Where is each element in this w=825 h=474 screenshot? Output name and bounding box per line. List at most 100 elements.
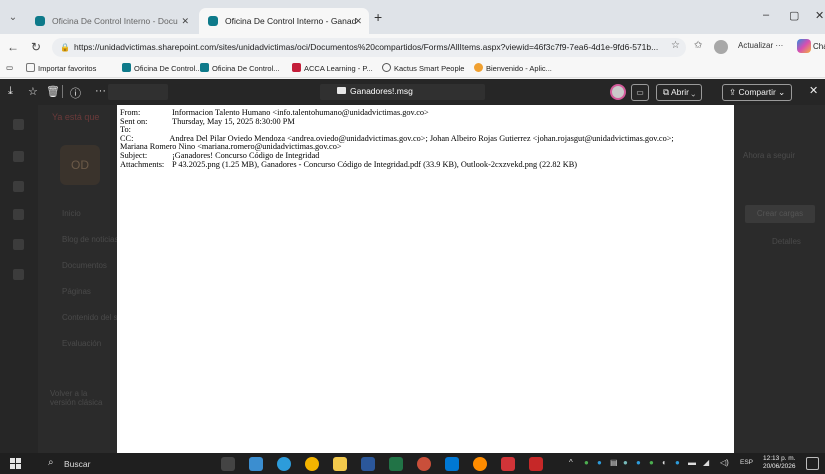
file-explorer-icon[interactable] (333, 457, 347, 471)
tab-actions-chevron-icon[interactable]: ⌄ (4, 10, 22, 26)
sharepoint-icon (122, 63, 131, 72)
profile-avatar[interactable] (714, 40, 728, 54)
download-icon[interactable]: ⤓ (8, 85, 13, 98)
warning-banner: Ya está que (52, 112, 100, 122)
open-button[interactable]: ⧉ Abrir ⌄ (656, 84, 703, 101)
attachments-row: Attachments: P 43.2025.png (1.25 MB), Ga… (120, 159, 731, 170)
url-input[interactable]: 🔒 https://unidadvictimas.sharepoint.com/… (52, 38, 686, 57)
close-tab-icon[interactable]: ✕ (181, 8, 189, 34)
update-button[interactable]: Actualizar ··· (738, 41, 783, 50)
taskbar-search[interactable]: ⌕ Buscar (40, 455, 200, 472)
new-tab-icon[interactable]: + (374, 9, 382, 25)
mail-icon (337, 87, 346, 94)
acrobat-icon[interactable] (529, 457, 543, 471)
file-viewer-toolbar: ⤓ ☆ 🗑 ⓘ ··· Ganadores!.msg ▭ ⧉ Abrir ⌄ ⇪… (0, 79, 825, 105)
file-icon (13, 209, 24, 220)
acca-icon (292, 63, 301, 72)
tab-oficina-docu[interactable]: Oficina De Control Interno - Docu ✕ (26, 8, 196, 34)
nav-item: Documentos (62, 261, 107, 270)
wifi-icon[interactable]: ◢ (703, 458, 709, 467)
delete-icon[interactable]: 🗑 (46, 85, 60, 98)
tray-app-icon[interactable]: ◐ (662, 458, 667, 467)
tray-app-icon[interactable]: ● (597, 458, 602, 467)
language-indicator[interactable]: ESP (740, 459, 753, 466)
lock-icon: 🔒 (60, 43, 70, 52)
maximize-icon[interactable]: ▢ (789, 9, 799, 22)
edge-icon[interactable] (277, 457, 291, 471)
favorite-bienvenido[interactable]: Bienvenido - Aplic... (474, 63, 552, 73)
word-icon[interactable] (361, 457, 375, 471)
back-arrow-icon[interactable]: ← (7, 40, 19, 54)
news-icon (13, 181, 24, 192)
comment-icon[interactable]: ▭ (631, 84, 649, 101)
favorite-import[interactable]: Importar favoritos (26, 63, 96, 73)
dimmed-toolbar-control (108, 84, 168, 100)
tray-app-icon[interactable]: ● (623, 458, 628, 467)
app-icon[interactable] (501, 457, 515, 471)
browser-tab-strip: ⌄ Oficina De Control Interno - Docu ✕ Of… (0, 0, 825, 34)
close-window-icon[interactable]: ✕ (815, 9, 824, 22)
classic-version-link: Volver a la versión clásica (50, 389, 103, 407)
favorite-star-icon[interactable]: ☆ (671, 40, 680, 51)
nav-item: Inicio (62, 209, 81, 218)
nav-item: Páginas (62, 287, 91, 296)
more-options-icon[interactable]: ··· (95, 85, 106, 97)
favorite-acca[interactable]: ACCA Learning - P... (292, 63, 373, 73)
notification-icon[interactable] (806, 457, 819, 470)
user-avatar[interactable] (610, 84, 626, 100)
info-icon[interactable]: ⓘ (70, 85, 81, 101)
folder-icon (26, 63, 35, 72)
tray-app-icon[interactable]: ▬ (688, 458, 696, 467)
globe-icon (382, 63, 391, 72)
toolbar-divider (62, 85, 63, 98)
tray-app-icon[interactable]: ● (649, 458, 654, 467)
globe-icon (13, 151, 24, 162)
favorite-kactus[interactable]: Kactus Smart People (382, 63, 464, 73)
app-icon[interactable] (473, 457, 487, 471)
chrome-icon[interactable] (305, 457, 319, 471)
list-icon (13, 239, 24, 250)
address-bar-row: ← ↻ 🔒 https://unidadvictimas.sharepoint.… (0, 34, 825, 60)
search-icon: ⌕ (48, 457, 54, 468)
tray-app-icon[interactable]: ● (584, 458, 589, 467)
share-button[interactable]: ⇪ Compartir ⌄ (722, 84, 793, 101)
excel-icon[interactable] (389, 457, 403, 471)
favorites-list-icon[interactable]: ✩ (694, 40, 702, 51)
sharepoint-icon (208, 16, 218, 26)
plus-circle-icon (13, 269, 24, 280)
favorite-star-icon[interactable]: ☆ (28, 85, 38, 98)
nav-item: Blog de noticias (62, 235, 119, 244)
minimize-icon[interactable]: – (763, 9, 769, 21)
search-label: Buscar (64, 459, 91, 469)
volume-icon[interactable]: ◁) (720, 458, 729, 467)
copilot-icon[interactable] (797, 39, 811, 53)
system-clock[interactable]: 12:13 p. m. 20/06/2026 (763, 455, 796, 471)
reading-list-icon[interactable]: ▭ (6, 63, 13, 72)
refresh-icon[interactable]: ↻ (31, 40, 41, 54)
app-icon[interactable] (417, 457, 431, 471)
favorite-oficina-2[interactable]: Oficina De Control... (200, 63, 280, 73)
tab-label: Oficina De Control Interno - Docu (52, 16, 178, 26)
outlook-icon[interactable] (445, 457, 459, 471)
home-icon (13, 119, 24, 130)
tray-app-icon[interactable]: ● (636, 458, 641, 467)
tray-app-icon[interactable]: ● (675, 458, 680, 467)
nav-item: Evaluación (62, 339, 102, 348)
close-viewer-icon[interactable]: ✕ (809, 84, 818, 97)
favorite-oficina-1[interactable]: Oficina De Control... (122, 63, 202, 73)
details-label: Detalles (772, 237, 801, 246)
attachments-value: P 43.2025.png (1.25 MB), Ganadores - Con… (172, 159, 578, 169)
widgets-icon[interactable] (249, 457, 263, 471)
tab-oficina-ganadores[interactable]: Oficina De Control Interno - Ganad ✕ (199, 8, 369, 34)
sharepoint-icon (35, 16, 45, 26)
clock-date: 20/06/2026 (763, 463, 796, 470)
copilot-label: Cha (813, 42, 825, 51)
sharepoint-icon (200, 63, 209, 72)
tray-chevron-icon[interactable]: ^ (569, 458, 573, 467)
tray-app-icon[interactable]: ▤ (610, 458, 618, 467)
sent-value: Thursday, May 15, 2025 8:30:00 PM (172, 116, 295, 126)
windows-start-icon[interactable] (10, 458, 21, 469)
clock-time: 12:13 p. m. (763, 455, 796, 462)
task-view-icon[interactable] (221, 457, 235, 471)
close-tab-icon[interactable]: ✕ (354, 8, 362, 34)
